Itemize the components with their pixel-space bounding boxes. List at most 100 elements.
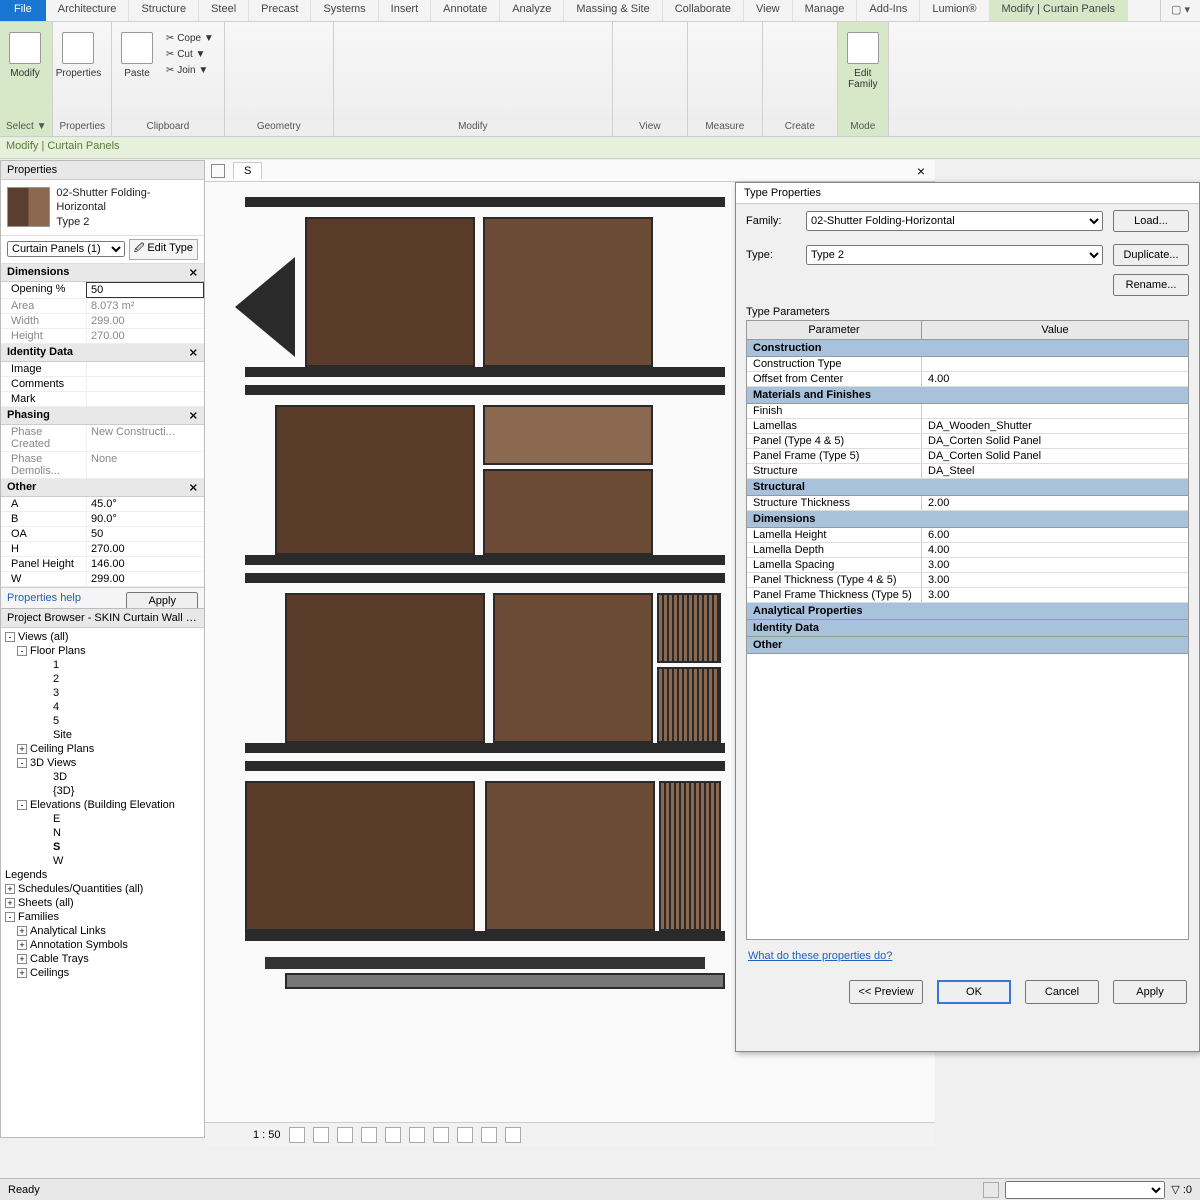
menu-tab-precast[interactable]: Precast bbox=[249, 0, 311, 21]
prop-value[interactable]: 299.00 bbox=[86, 572, 204, 586]
type-select[interactable]: Type 2 bbox=[806, 245, 1103, 265]
prop-value[interactable] bbox=[86, 377, 204, 391]
crop-icon[interactable] bbox=[361, 1127, 377, 1143]
param-value[interactable] bbox=[922, 404, 1188, 418]
ribbon-tool-icon[interactable] bbox=[805, 32, 829, 56]
tree-node[interactable]: 3 bbox=[3, 686, 202, 700]
param-value[interactable]: 4.00 bbox=[922, 543, 1188, 557]
prop-value[interactable]: 270.00 bbox=[86, 329, 204, 343]
family-select[interactable]: 02-Shutter Folding-Horizontal bbox=[806, 211, 1103, 231]
menu-tab-view[interactable]: View bbox=[744, 0, 793, 21]
lock-3d-icon[interactable] bbox=[409, 1127, 425, 1143]
tree-node[interactable]: W bbox=[3, 854, 202, 868]
visual-style-icon[interactable] bbox=[289, 1127, 305, 1143]
menu-tab-modify-curtain-panels[interactable]: Modify | Curtain Panels bbox=[990, 0, 1129, 21]
prop-section-identity-data[interactable]: Identity Data⨯ bbox=[1, 344, 204, 362]
tree-node[interactable]: 4 bbox=[3, 700, 202, 714]
tree-node[interactable]: 2 bbox=[3, 672, 202, 686]
menu-tab-annotate[interactable]: Annotate bbox=[431, 0, 500, 21]
tree-node[interactable]: +Schedules/Quantities (all) bbox=[3, 882, 202, 896]
tree-node[interactable]: -Floor Plans bbox=[3, 644, 202, 658]
temporary-hide-icon[interactable] bbox=[433, 1127, 449, 1143]
ribbon-tool-icon[interactable] bbox=[655, 32, 679, 56]
menu-tab-manage[interactable]: Manage bbox=[793, 0, 858, 21]
prop-value[interactable]: 90.0° bbox=[86, 512, 204, 526]
tree-node[interactable]: 1 bbox=[3, 658, 202, 672]
ribbon-tool-icon[interactable] bbox=[342, 32, 366, 56]
tree-node[interactable]: S bbox=[3, 840, 202, 854]
expand-icon[interactable]: - bbox=[17, 800, 27, 810]
expand-icon[interactable]: + bbox=[5, 884, 15, 894]
tree-node[interactable]: 5 bbox=[3, 714, 202, 728]
expand-icon[interactable]: - bbox=[17, 646, 27, 656]
param-value[interactable]: 4.00 bbox=[922, 372, 1188, 386]
ribbon-tool-icon[interactable] bbox=[621, 32, 645, 56]
tree-node[interactable]: -Families bbox=[3, 910, 202, 924]
menu-tab-structure[interactable]: Structure bbox=[129, 0, 199, 21]
tree-node[interactable]: -Views (all) bbox=[3, 630, 202, 644]
menu-tab-steel[interactable]: Steel bbox=[199, 0, 249, 21]
param-value[interactable]: 2.00 bbox=[922, 496, 1188, 510]
shadows-icon[interactable] bbox=[337, 1127, 353, 1143]
reveal-hidden-icon[interactable] bbox=[457, 1127, 473, 1143]
param-value[interactable]: DA_Wooden_Shutter bbox=[922, 419, 1188, 433]
reveal-constraints-icon[interactable] bbox=[505, 1127, 521, 1143]
param-section-materials-and-finishes[interactable]: Materials and Finishes bbox=[747, 387, 1188, 404]
prop-value[interactable] bbox=[86, 362, 204, 376]
ribbon-tool-icon[interactable] bbox=[478, 32, 502, 56]
ribbon-tool-icon[interactable] bbox=[730, 32, 754, 56]
menu-tab-add-ins[interactable]: Add-Ins bbox=[857, 0, 920, 21]
duplicate-button[interactable]: Duplicate... bbox=[1113, 244, 1189, 266]
properties-button[interactable]: Properties bbox=[59, 26, 97, 106]
type-thumbnail[interactable] bbox=[7, 187, 50, 227]
prop-value[interactable]: 50 bbox=[86, 527, 204, 541]
tree-node[interactable]: +Annotation Symbols bbox=[3, 938, 202, 952]
crop-region-icon[interactable] bbox=[385, 1127, 401, 1143]
worksharing-icon[interactable] bbox=[481, 1127, 497, 1143]
sun-path-icon[interactable] bbox=[313, 1127, 329, 1143]
edit-family-button[interactable]: Edit Family bbox=[844, 26, 882, 106]
prop-value[interactable]: 50 bbox=[86, 282, 204, 298]
prop-value[interactable] bbox=[86, 392, 204, 406]
preview-button[interactable]: << Preview bbox=[849, 980, 923, 1004]
tree-node[interactable]: -3D Views bbox=[3, 756, 202, 770]
param-section-analytical-properties[interactable]: Analytical Properties bbox=[747, 603, 1188, 620]
doc-tab-s[interactable]: S bbox=[233, 162, 262, 179]
cope-tool[interactable]: ✂ Cope ▼ bbox=[162, 32, 218, 45]
tree-node[interactable]: Site bbox=[3, 728, 202, 742]
join-tool[interactable]: ✂ Join ▼ bbox=[162, 64, 218, 77]
expand-icon[interactable]: + bbox=[17, 744, 27, 754]
file-menu[interactable]: File bbox=[0, 0, 46, 21]
prop-value[interactable]: 45.0° bbox=[86, 497, 204, 511]
cut-tool[interactable]: ✂ Cut ▼ bbox=[162, 48, 218, 61]
edit-type-button[interactable]: 🖉 Edit Type bbox=[129, 239, 198, 260]
prop-section-dimensions[interactable]: Dimensions⨯ bbox=[1, 264, 204, 282]
properties-explain-link[interactable]: What do these properties do? bbox=[748, 950, 892, 962]
ribbon-tool-icon[interactable] bbox=[771, 32, 795, 56]
tree-node[interactable]: -Elevations (Building Elevation bbox=[3, 798, 202, 812]
param-value[interactable]: 3.00 bbox=[922, 573, 1188, 587]
menu-tab-architecture[interactable]: Architecture bbox=[46, 0, 130, 21]
expand-icon[interactable]: + bbox=[5, 898, 15, 908]
tree-node[interactable]: N bbox=[3, 826, 202, 840]
prop-section-phasing[interactable]: Phasing⨯ bbox=[1, 407, 204, 425]
prop-value[interactable]: New Constructi... bbox=[86, 425, 204, 451]
ribbon-tool-icon[interactable] bbox=[410, 32, 434, 56]
worksets-icon[interactable] bbox=[983, 1182, 999, 1198]
prop-value[interactable]: 299.00 bbox=[86, 314, 204, 328]
param-section-structural[interactable]: Structural bbox=[747, 479, 1188, 496]
param-value[interactable]: DA_Steel bbox=[922, 464, 1188, 478]
load-button[interactable]: Load... bbox=[1113, 210, 1189, 232]
cancel-button[interactable]: Cancel bbox=[1025, 980, 1099, 1004]
param-section-construction[interactable]: Construction bbox=[747, 340, 1188, 357]
expand-icon[interactable]: - bbox=[5, 912, 15, 922]
param-section-identity-data[interactable]: Identity Data bbox=[747, 620, 1188, 637]
menu-tab-systems[interactable]: Systems bbox=[311, 0, 378, 21]
scale-label[interactable]: 1 : 50 bbox=[253, 1129, 281, 1141]
param-value[interactable]: DA_Corten Solid Panel bbox=[922, 434, 1188, 448]
rename-button[interactable]: Rename... bbox=[1113, 274, 1189, 296]
paste-button[interactable]: Paste bbox=[118, 26, 156, 106]
menu-tab-massing-site[interactable]: Massing & Site bbox=[564, 0, 662, 21]
ribbon-tool-icon[interactable] bbox=[376, 32, 400, 56]
prop-value[interactable]: None bbox=[86, 452, 204, 478]
